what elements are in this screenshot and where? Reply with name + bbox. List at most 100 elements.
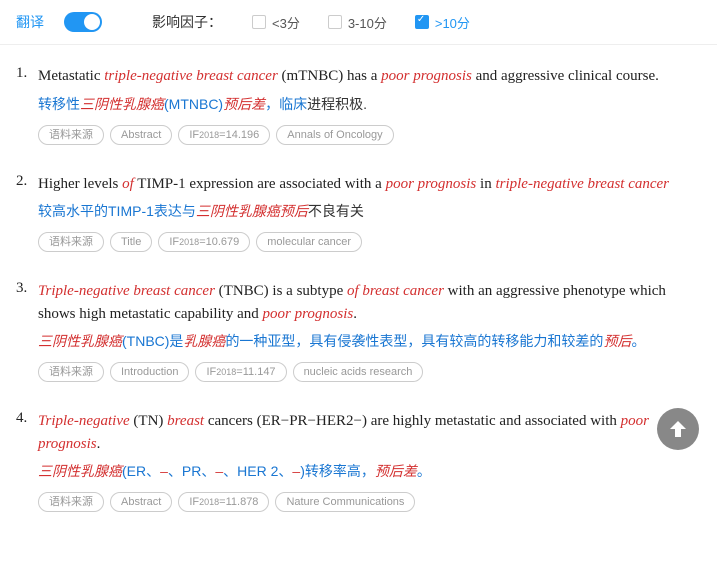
highlight-text: Triple-negative <box>38 413 130 429</box>
highlight-text: triple-negative breast cancer <box>104 68 278 84</box>
result-sentence: Metastatic triple-negative breast cancer… <box>38 65 701 88</box>
tag[interactable]: IF2018=11.147 <box>195 362 286 382</box>
translation-segment: 的一种亚型，具有侵袭性表型，具有较高的转移能力和较差的 <box>225 333 603 349</box>
result-number: 3. <box>16 280 38 382</box>
translation-segment: – <box>160 463 168 479</box>
filter-option[interactable]: <3分 <box>252 13 300 32</box>
translation-segment: – <box>215 463 223 479</box>
filter-label: <3分 <box>272 13 300 32</box>
result-item: 2.Higher levels of TIMP-1 expression are… <box>16 173 701 253</box>
translation-segment: 进程积极. <box>307 96 367 112</box>
tag[interactable]: 语料来源 <box>38 362 104 382</box>
filter-option[interactable]: >10分 <box>415 13 470 32</box>
factor-label: 影响因子： <box>152 12 222 32</box>
result-translation: 转移性三阴性乳腺癌(MTNBC)预后差，临床进程积极. <box>38 94 701 115</box>
highlight-text: poor prognosis <box>386 176 477 192</box>
tag-row: 语料来源 Title IF2018=10.679 molecular cancer <box>38 232 701 252</box>
tag[interactable]: Title <box>110 232 152 252</box>
arrow-up-icon <box>666 417 690 441</box>
result-translation: 三阴性乳腺癌(TNBC)是乳腺癌的一种亚型，具有侵袭性表型，具有较高的转移能力和… <box>38 331 701 352</box>
tag[interactable]: IF2018=10.679 <box>158 232 250 252</box>
highlight-text: breast <box>167 413 204 429</box>
highlight-text: of breast cancer <box>347 283 444 299</box>
translation-segment: 三阴性乳腺癌预后 <box>196 203 308 219</box>
result-sentence: Triple-negative breast cancer (TNBC) is … <box>38 280 701 325</box>
highlight-text: triple-negative breast cancer <box>495 176 669 192</box>
result-translation: 三阴性乳腺癌(ER、–、PR、–、HER 2、–)转移率高，预后差。 <box>38 461 701 482</box>
translation-segment: (TNBC)是 <box>122 333 183 349</box>
tag[interactable]: nucleic acids research <box>293 362 424 382</box>
tag[interactable]: Abstract <box>110 125 172 145</box>
result-item: 4.Triple-negative (TN) breast cancers (E… <box>16 410 701 512</box>
result-number: 2. <box>16 173 38 253</box>
scroll-top-button[interactable] <box>657 408 699 450</box>
plain-text: Metastatic <box>38 68 104 84</box>
filter-label: >10分 <box>435 13 470 32</box>
result-number: 4. <box>16 410 38 512</box>
tag[interactable]: 语料来源 <box>38 232 104 252</box>
translate-toggle[interactable] <box>64 12 102 32</box>
filter-label: 3-10分 <box>348 13 387 32</box>
tag[interactable]: IF2018=11.878 <box>178 492 269 512</box>
result-content: Triple-negative breast cancer (TNBC) is … <box>38 280 701 382</box>
result-item: 1.Metastatic triple-negative breast canc… <box>16 65 701 145</box>
plain-text: (TN) <box>130 413 168 429</box>
tag[interactable]: Abstract <box>110 492 172 512</box>
plain-text: and aggressive clinical course. <box>472 68 659 84</box>
translation-segment: 较高水平的TIMP-1表达与 <box>38 203 196 219</box>
translation-segment: )转移率高， <box>300 463 375 479</box>
result-content: Metastatic triple-negative breast cancer… <box>38 65 701 145</box>
highlight-text: of <box>122 176 134 192</box>
filter-header: 翻译 影响因子： <3分 3-10分 >10分 <box>0 0 717 45</box>
plain-text: Higher levels <box>38 176 122 192</box>
plain-text: (TNBC) is a subtype <box>215 283 347 299</box>
result-sentence: Higher levels of TIMP-1 expression are a… <box>38 173 701 196</box>
result-sentence: Triple-negative (TN) breast cancers (ER−… <box>38 410 701 455</box>
translation-segment: 。 <box>417 463 431 479</box>
highlight-text: poor prognosis <box>263 306 354 322</box>
plain-text: cancers (ER−PR−HER2−) are highly metasta… <box>204 413 621 429</box>
tag[interactable]: IF2018=14.196 <box>178 125 270 145</box>
translation-segment: 预后差 <box>223 96 265 112</box>
translation-segment: 乳腺癌 <box>183 333 225 349</box>
filter-group: <3分 3-10分 >10分 <box>242 13 470 32</box>
tag[interactable]: molecular cancer <box>256 232 362 252</box>
result-translation: 较高水平的TIMP-1表达与三阴性乳腺癌预后不良有关 <box>38 201 701 222</box>
plain-text: TIMP-1 expression are associated with a <box>134 176 386 192</box>
translate-label: 翻译 <box>16 12 44 32</box>
translation-segment: ，临床 <box>265 96 307 112</box>
translation-segment: 。 <box>631 333 645 349</box>
plain-text: . <box>353 306 357 322</box>
translation-segment: 三阴性乳腺癌 <box>80 96 164 112</box>
translation-segment: 预后差 <box>375 463 417 479</box>
result-item: 3.Triple-negative breast cancer (TNBC) i… <box>16 280 701 382</box>
translation-segment: 三阴性乳腺癌 <box>38 333 122 349</box>
result-number: 1. <box>16 65 38 145</box>
translation-segment: 、HER 2、 <box>223 463 292 479</box>
tag-row: 语料来源 Introduction IF2018=11.147 nucleic aci… <box>38 362 701 382</box>
checkbox-icon[interactable] <box>415 15 429 29</box>
tag[interactable]: Introduction <box>110 362 189 382</box>
tag[interactable]: 语料来源 <box>38 125 104 145</box>
results-list: 1.Metastatic triple-negative breast canc… <box>0 45 717 550</box>
translation-segment: (ER、 <box>122 463 160 479</box>
checkbox-icon[interactable] <box>328 15 342 29</box>
filter-option[interactable]: 3-10分 <box>328 13 387 32</box>
translation-segment: 、PR、 <box>168 463 215 479</box>
tag-row: 语料来源 Abstract IF2018=11.878 Nature Communic… <box>38 492 701 512</box>
translation-segment: 三阴性乳腺癌 <box>38 463 122 479</box>
tag[interactable]: 语料来源 <box>38 492 104 512</box>
plain-text: (mTNBC) has a <box>278 68 381 84</box>
checkbox-icon[interactable] <box>252 15 266 29</box>
plain-text: . <box>97 436 101 452</box>
tag[interactable]: Annals of Oncology <box>276 125 393 145</box>
highlight-text: Triple-negative breast cancer <box>38 283 215 299</box>
result-content: Higher levels of TIMP-1 expression are a… <box>38 173 701 253</box>
translation-segment: (MTNBC) <box>164 96 223 112</box>
translation-segment: 不良有关 <box>308 203 364 219</box>
translation-segment: 预后 <box>603 333 631 349</box>
tag-row: 语料来源 Abstract IF2018=14.196 Annals of Oncol… <box>38 125 701 145</box>
tag[interactable]: Nature Communications <box>275 492 415 512</box>
highlight-text: poor prognosis <box>381 68 472 84</box>
translation-segment: 转移性 <box>38 96 80 112</box>
